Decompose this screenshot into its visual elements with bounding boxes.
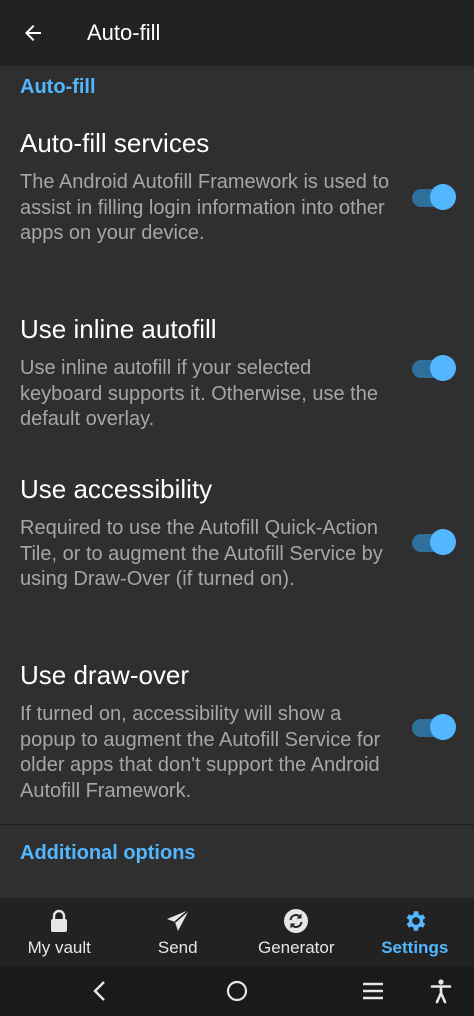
- setting-autofill-services[interactable]: Auto-fill services The Android Autofill …: [0, 128, 474, 278]
- accessibility-icon[interactable]: [427, 977, 455, 1005]
- nav-item-settings[interactable]: Settings: [356, 898, 474, 966]
- setting-title: Auto-fill services: [20, 128, 210, 158]
- nav-label: Settings: [381, 938, 449, 957]
- nav-label: My vault: [27, 938, 91, 957]
- back-button[interactable]: [14, 14, 52, 52]
- section-divider: [0, 824, 474, 825]
- lock-icon: [46, 908, 72, 934]
- nav-label: Send: [157, 938, 198, 957]
- gear-icon: [402, 908, 428, 934]
- arrow-left-icon: [25, 25, 41, 41]
- home-circle-icon[interactable]: [223, 977, 251, 1005]
- nav-item-send[interactable]: Send: [119, 898, 238, 966]
- recents-icon[interactable]: [359, 977, 387, 1005]
- setting-accessibility[interactable]: Use accessibility Required to use the Au…: [0, 474, 474, 624]
- nav-label: Generator: [257, 938, 335, 957]
- bottom-navigation: My vault Send Generator Settings: [0, 898, 474, 966]
- paper-plane-icon: [165, 908, 191, 934]
- section-header-additional-options: Additional options: [20, 842, 196, 864]
- section-header-autofill: Auto-fill: [20, 76, 96, 98]
- app-bar: Auto-fill: [0, 0, 474, 66]
- refresh-icon: [283, 908, 309, 934]
- autofill-services-toggle[interactable]: [410, 184, 456, 212]
- nav-item-generator[interactable]: Generator: [237, 898, 356, 966]
- setting-title: Use draw-over: [20, 660, 190, 690]
- settings-content: Auto-fill Auto-fill services The Android…: [0, 66, 474, 898]
- page-title: Auto-fill: [87, 20, 161, 45]
- nav-item-my-vault[interactable]: My vault: [0, 898, 119, 966]
- system-navigation-bar: [0, 966, 474, 1016]
- inline-autofill-toggle[interactable]: [410, 355, 456, 383]
- setting-title: Use inline autofill: [20, 314, 217, 344]
- setting-description: Use inline autofill if your selected key…: [20, 357, 378, 430]
- draw-over-toggle[interactable]: [410, 714, 456, 742]
- accessibility-toggle[interactable]: [410, 529, 456, 557]
- back-chevron-icon[interactable]: [86, 977, 114, 1005]
- setting-description: The Android Autofill Framework is used t…: [20, 171, 390, 244]
- setting-draw-over[interactable]: Use draw-over If turned on, accessibilit…: [0, 660, 474, 810]
- setting-inline-autofill[interactable]: Use inline autofill Use inline autofill …: [0, 314, 474, 434]
- setting-description: If turned on, accessibility will show a …: [20, 703, 381, 802]
- setting-title: Use accessibility: [20, 474, 213, 504]
- setting-description: Required to use the Autofill Quick-Actio…: [20, 517, 383, 590]
